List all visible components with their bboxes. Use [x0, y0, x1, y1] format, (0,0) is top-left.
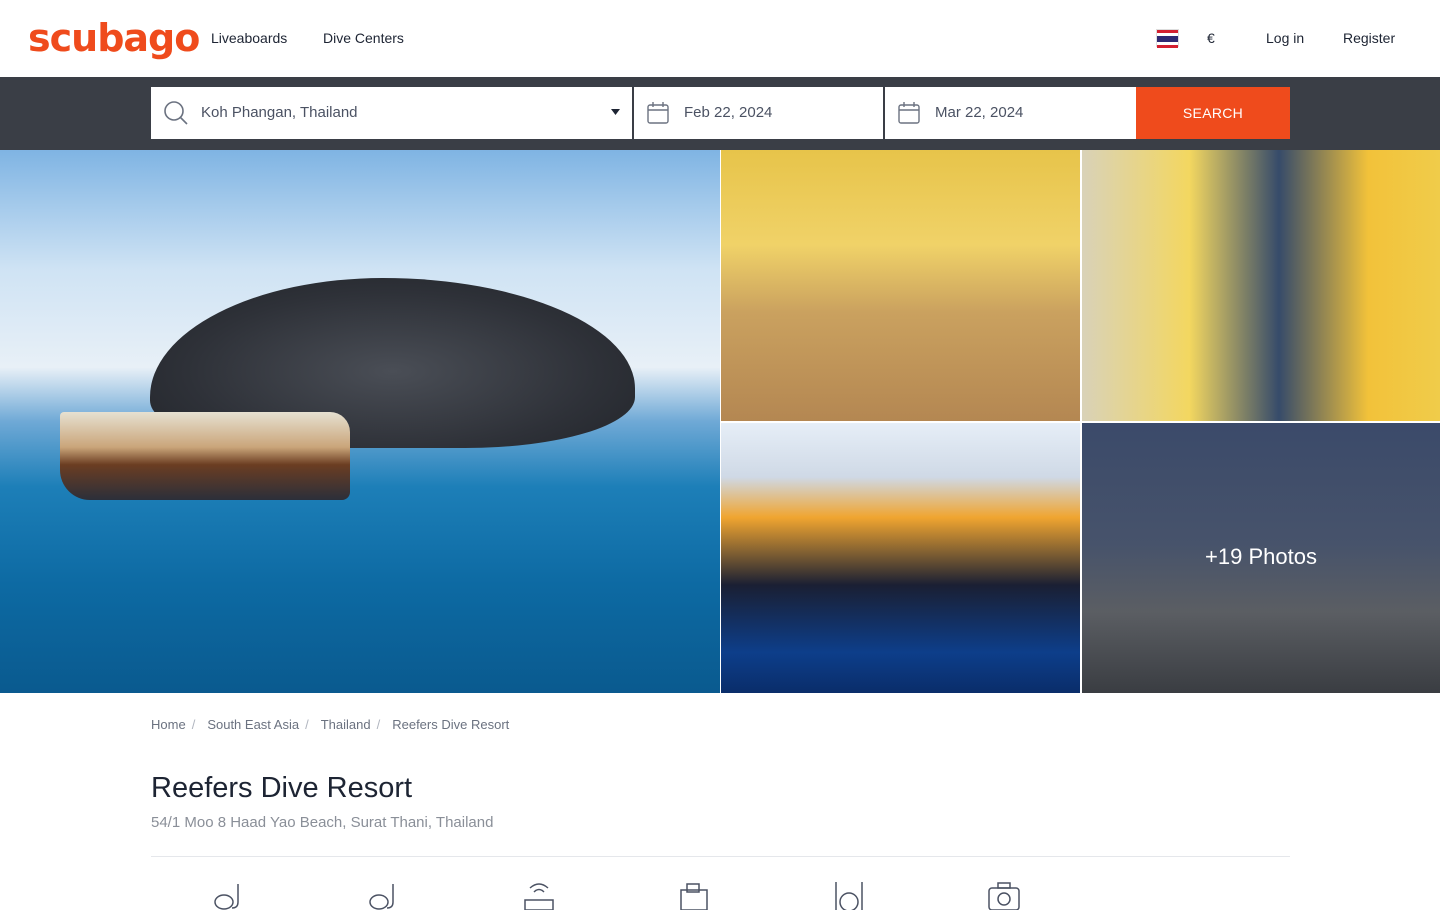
- main-photo-rock-and-boat[interactable]: [0, 150, 720, 693]
- photo-gallery: +19 Photos: [0, 150, 1440, 693]
- photo-dive-boat[interactable]: [721, 423, 1080, 693]
- checkin-date-field[interactable]: Feb 22, 2024: [634, 87, 883, 139]
- nav-dive-centers[interactable]: Dive Centers: [323, 29, 404, 47]
- checkin-date-value: Feb 22, 2024: [684, 104, 773, 121]
- snorkel-mask-icon: [212, 880, 246, 910]
- snorkel-mask-icon: [367, 880, 401, 910]
- camera-icon: [987, 880, 1021, 911]
- calendar-icon: [898, 102, 920, 124]
- search-icon: [164, 101, 188, 125]
- breadcrumb-region[interactable]: South East Asia: [207, 716, 299, 734]
- location-value: Koh Phangan, Thailand: [201, 104, 358, 121]
- building-icon: [677, 880, 711, 911]
- nav-liveaboards[interactable]: Liveaboards: [211, 29, 287, 47]
- photo-divers-beach-more[interactable]: +19 Photos: [1082, 423, 1440, 693]
- search-bar: Koh Phangan, Thailand Feb 22, 2024 Mar 2…: [0, 77, 1440, 150]
- currency-selector[interactable]: €: [1207, 29, 1215, 47]
- chevron-down-icon[interactable]: [611, 109, 620, 116]
- breadcrumb-separator: /: [376, 717, 381, 732]
- calendar-icon: [647, 102, 669, 124]
- more-photos-label[interactable]: +19 Photos: [1082, 543, 1440, 571]
- breadcrumb-separator: /: [305, 717, 309, 732]
- restaurant-icon: [832, 880, 866, 912]
- checkout-date-field[interactable]: Mar 22, 2024: [885, 87, 1136, 139]
- breadcrumb-current: Reefers Dive Resort: [392, 717, 510, 732]
- breadcrumb: Home / South East Asia / Thailand / Reefers…: [151, 716, 509, 734]
- site-header: scubago Liveaboards Dive Centers € Log i…: [0, 0, 1440, 77]
- scubago-logo[interactable]: scubago: [28, 16, 200, 60]
- wifi-router-icon: [522, 880, 556, 911]
- login-link[interactable]: Log in: [1266, 29, 1304, 47]
- search-button[interactable]: SEARCH: [1136, 87, 1290, 139]
- divider: [151, 856, 1290, 857]
- photo-dive-shop-lounge[interactable]: [721, 150, 1080, 421]
- location-field[interactable]: Koh Phangan, Thailand: [151, 87, 632, 139]
- breadcrumb-country[interactable]: Thailand: [321, 716, 371, 734]
- page-title: Reefers Dive Resort: [151, 772, 413, 804]
- register-link[interactable]: Register: [1343, 29, 1395, 47]
- photo-gear-room[interactable]: [1082, 150, 1440, 421]
- resort-address: 54/1 Moo 8 Haad Yao Beach, Surat Thani, …: [151, 814, 494, 831]
- checkout-date-value: Mar 22, 2024: [935, 104, 1024, 121]
- breadcrumb-separator: /: [191, 717, 196, 732]
- boat-shape: [60, 412, 350, 500]
- thailand-flag-icon[interactable]: [1156, 29, 1179, 48]
- breadcrumb-home[interactable]: Home: [151, 716, 186, 734]
